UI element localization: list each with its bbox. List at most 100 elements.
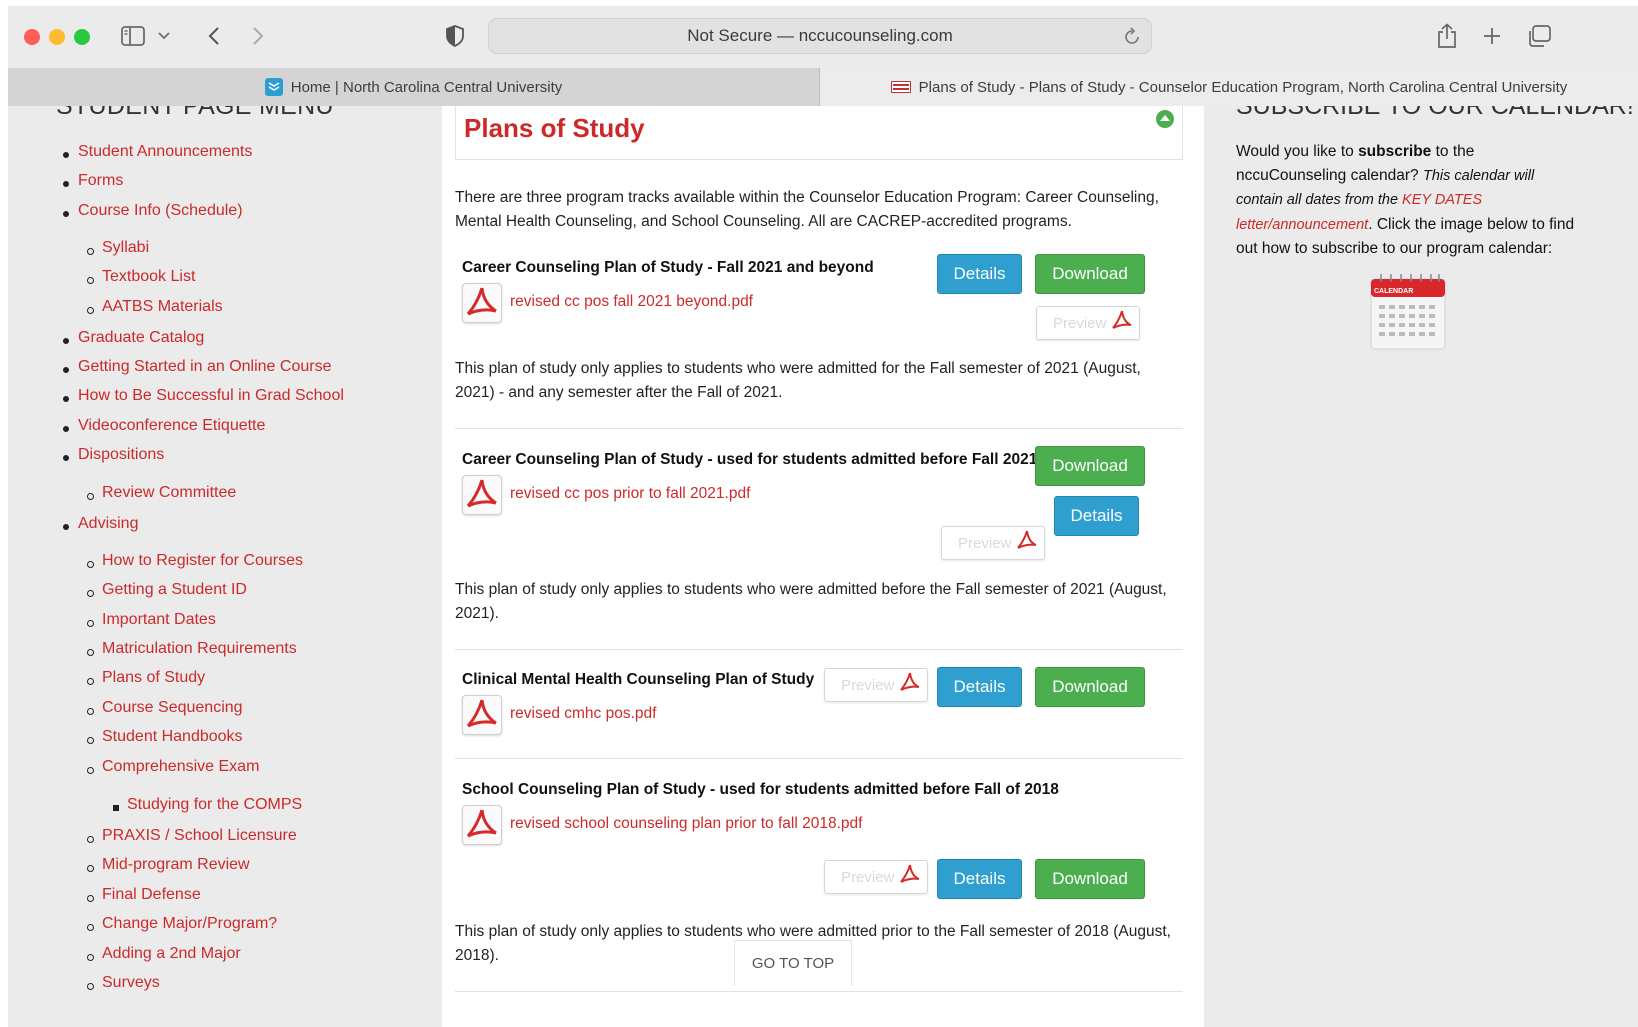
plan-file-link[interactable]: revised school counseling plan prior to … [510,815,862,833]
bullet-disc [63,426,69,432]
menu-aatbs-materials[interactable]: AATBS Materials [102,298,223,316]
menu-surveys[interactable]: Surveys [102,974,160,992]
menu-final-defense[interactable]: Final Defense [102,886,201,904]
tab-label: Home | North Carolina Central University [290,78,563,96]
title-box: Plans of Study [455,106,1183,160]
menu-mid-program-review[interactable]: Mid-program Review [102,856,250,874]
pdf-file-icon[interactable] [462,475,502,515]
menu-videoconference-etiquette[interactable]: Videoconference Etiquette [78,417,265,435]
page-title: Plans of Study [464,113,645,143]
bullet-circle [87,277,94,284]
pdf-file-icon[interactable] [462,805,502,845]
download-button[interactable]: Download [1035,254,1145,294]
menu-register-for-courses[interactable]: How to Register for Courses [102,552,303,570]
bullet-circle [87,708,94,715]
preview-button[interactable]: Preview [941,526,1045,560]
preview-button[interactable]: Preview [824,668,928,702]
go-to-top-button[interactable]: GO TO TOP [734,940,852,986]
bullet-circle [87,836,94,843]
tab-overview-icon[interactable] [1526,20,1552,52]
details-button[interactable]: Details [1054,496,1139,536]
pdf-icon [899,671,921,699]
preview-button[interactable]: Preview [824,860,928,894]
forward-icon[interactable] [248,20,268,52]
menu-forms[interactable]: Forms [78,172,123,190]
menu-review-committee[interactable]: Review Committee [102,484,236,502]
plan-file-link[interactable]: revised cc pos prior to fall 2021.pdf [510,485,750,503]
menu-graduate-catalog[interactable]: Graduate Catalog [78,329,204,347]
nccu-favicon-icon [264,78,283,96]
share-icon[interactable] [1436,20,1458,52]
menu-adding-2nd-major[interactable]: Adding a 2nd Major [102,945,241,963]
preview-label: Preview [1053,315,1107,332]
menu-advising[interactable]: Advising [78,515,138,533]
menu-student-announcements[interactable]: Student Announcements [78,143,252,161]
bullet-square [113,805,119,811]
menu-matriculation-requirements[interactable]: Matriculation Requirements [102,640,297,658]
menu-comprehensive-exam[interactable]: Comprehensive Exam [102,758,259,776]
browser-toolbar: Not Secure — nccucounseling.com [8,6,1638,68]
pdf-icon [1016,529,1038,557]
menu-course-sequencing[interactable]: Course Sequencing [102,699,243,717]
plan-file-link[interactable]: revised cc pos fall 2021 beyond.pdf [510,293,753,311]
pdf-file-icon[interactable] [462,695,502,735]
bullet-disc [63,152,69,158]
menu-praxis-licensure[interactable]: PRAXIS / School Licensure [102,827,297,845]
menu-course-info[interactable]: Course Info (Schedule) [78,202,243,220]
menu-syllabi[interactable]: Syllabi [102,239,149,257]
download-button[interactable]: Download [1035,859,1145,899]
sidebar-toggle-icon[interactable] [118,20,148,52]
bullet-circle [87,590,94,597]
close-window-button[interactable] [24,29,40,45]
bullet-circle [87,983,94,990]
bullet-circle [87,737,94,744]
bullet-circle [87,307,94,314]
bullet-disc [63,211,69,217]
details-button[interactable]: Details [937,667,1022,707]
tab-bar: Home | North Carolina Central University… [8,68,1638,106]
minimize-window-button[interactable] [49,29,65,45]
menu-important-dates[interactable]: Important Dates [102,611,216,629]
menu-student-handbooks[interactable]: Student Handbooks [102,728,243,746]
menu-studying-for-comps[interactable]: Studying for the COMPS [127,796,302,814]
divider [455,428,1183,429]
privacy-shield-icon[interactable] [444,20,466,52]
bullet-circle [87,493,94,500]
bullet-circle [87,767,94,774]
menu-student-id[interactable]: Getting a Student ID [102,581,247,599]
preview-label: Preview [958,535,1012,552]
new-tab-icon[interactable] [1481,20,1503,52]
plan-file-link[interactable]: revised cmhc pos.pdf [510,705,656,723]
details-button[interactable]: Details [937,254,1022,294]
plan-description: This plan of study only applies to stude… [455,360,1141,401]
calendar-icon[interactable]: CALENDAR [1369,273,1447,351]
download-button[interactable]: Download [1035,446,1145,486]
address-bar[interactable]: Not Secure — nccucounseling.com [488,18,1152,54]
bullet-circle [87,865,94,872]
page-content: STUDENT PAGE MENU Student Announcements … [8,106,1638,1027]
divider [455,649,1183,650]
menu-successful-grad-school[interactable]: How to Be Successful in Grad School [78,387,344,405]
tab-home[interactable]: Home | North Carolina Central University [8,68,820,106]
back-icon[interactable] [204,20,224,52]
download-button[interactable]: Download [1035,667,1145,707]
menu-dispositions[interactable]: Dispositions [78,446,164,464]
divider [455,758,1183,759]
plan-title: Career Counseling Plan of Study - used f… [462,451,1038,468]
chevron-down-icon[interactable] [156,20,172,52]
bullet-circle [87,924,94,931]
collapse-up-icon[interactable] [1155,109,1175,134]
preview-button[interactable]: Preview [1036,306,1140,340]
menu-change-major[interactable]: Change Major/Program? [102,915,277,933]
reload-icon[interactable] [1123,26,1141,51]
menu-getting-started-online[interactable]: Getting Started in an Online Course [78,358,331,376]
menu-plans-of-study[interactable]: Plans of Study [102,669,205,687]
zoom-window-button[interactable] [74,29,90,45]
sidebar-heading: STUDENT PAGE MENU [56,106,334,120]
pdf-file-icon[interactable] [462,283,502,323]
details-button[interactable]: Details [937,859,1022,899]
tab-plans-of-study[interactable]: Plans of Study - Plans of Study - Counse… [820,68,1638,106]
calendar-text-bold: subscribe [1358,143,1432,160]
menu-textbook-list[interactable]: Textbook List [102,268,195,286]
bullet-disc [63,338,69,344]
